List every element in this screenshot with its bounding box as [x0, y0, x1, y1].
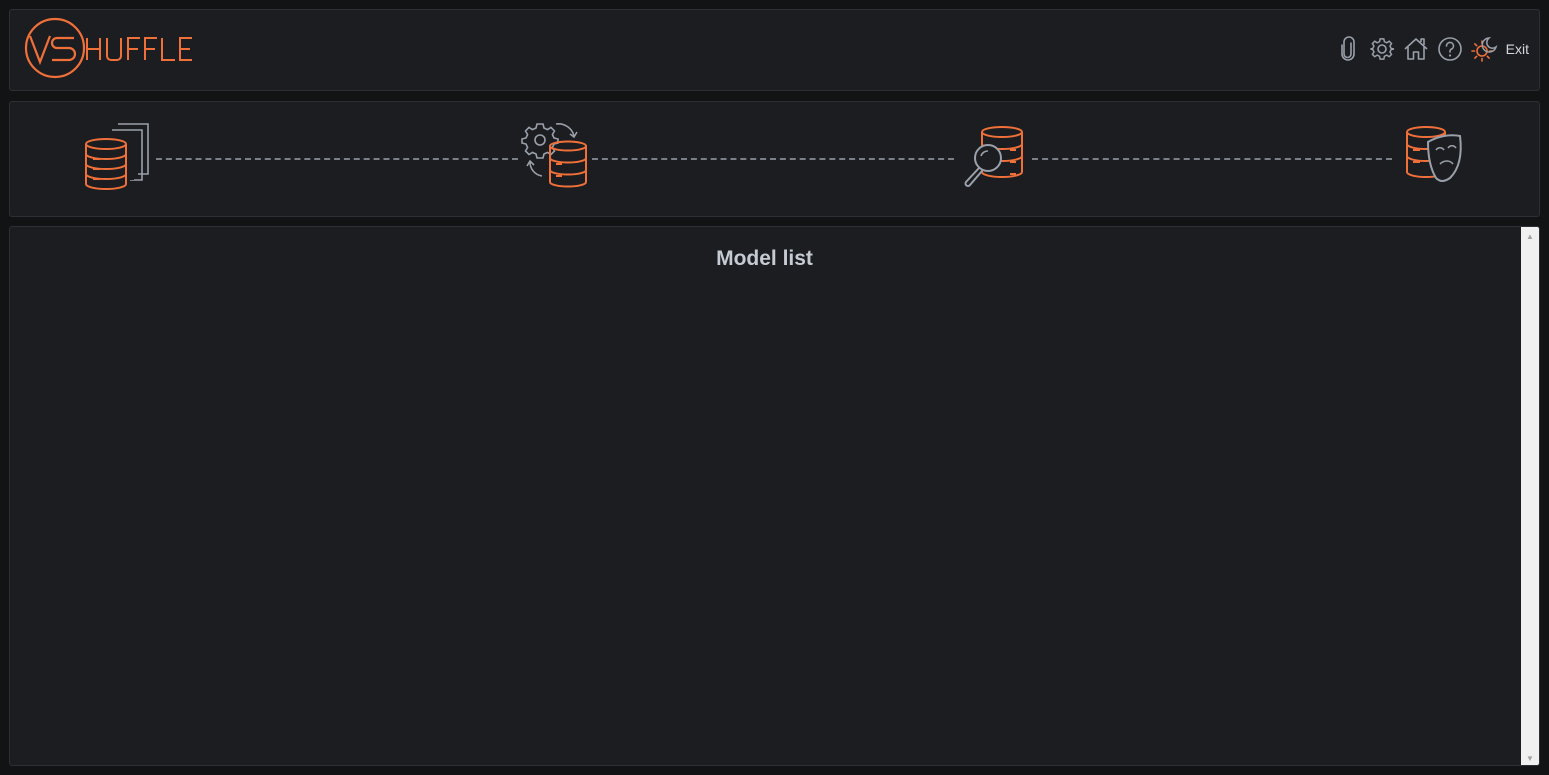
- step-analyze[interactable]: [958, 120, 1038, 198]
- main-content: Model list ▲ ▼: [9, 226, 1540, 766]
- workflow-stepper: [9, 101, 1540, 217]
- step-connector: [1032, 158, 1392, 160]
- step-connector: [592, 158, 954, 160]
- vertical-scrollbar[interactable]: ▲ ▼: [1521, 227, 1539, 765]
- step-anonymize[interactable]: [1400, 120, 1480, 198]
- database-mask-icon: [1406, 126, 1462, 182]
- exit-button[interactable]: Exit: [1506, 41, 1529, 57]
- step-source-database[interactable]: [80, 120, 160, 198]
- theme-toggle-icon[interactable]: [1470, 35, 1498, 63]
- home-icon[interactable]: [1402, 35, 1430, 63]
- database-settings-sync-icon: [521, 123, 587, 188]
- help-icon[interactable]: [1436, 35, 1464, 63]
- header-toolbar: Exit: [1334, 34, 1529, 64]
- scroll-down-arrow-icon[interactable]: ▼: [1521, 751, 1539, 765]
- vshuffle-logo[interactable]: [24, 16, 204, 86]
- page-title: Model list: [716, 247, 813, 270]
- database-documents-icon: [85, 123, 149, 190]
- step-configure[interactable]: [520, 120, 600, 198]
- gear-icon[interactable]: [1368, 35, 1396, 63]
- scroll-up-arrow-icon[interactable]: ▲: [1521, 229, 1539, 243]
- database-search-icon: [964, 126, 1023, 187]
- step-connector: [156, 158, 518, 160]
- paperclip-icon[interactable]: [1334, 35, 1362, 63]
- app-header: Exit: [9, 9, 1540, 91]
